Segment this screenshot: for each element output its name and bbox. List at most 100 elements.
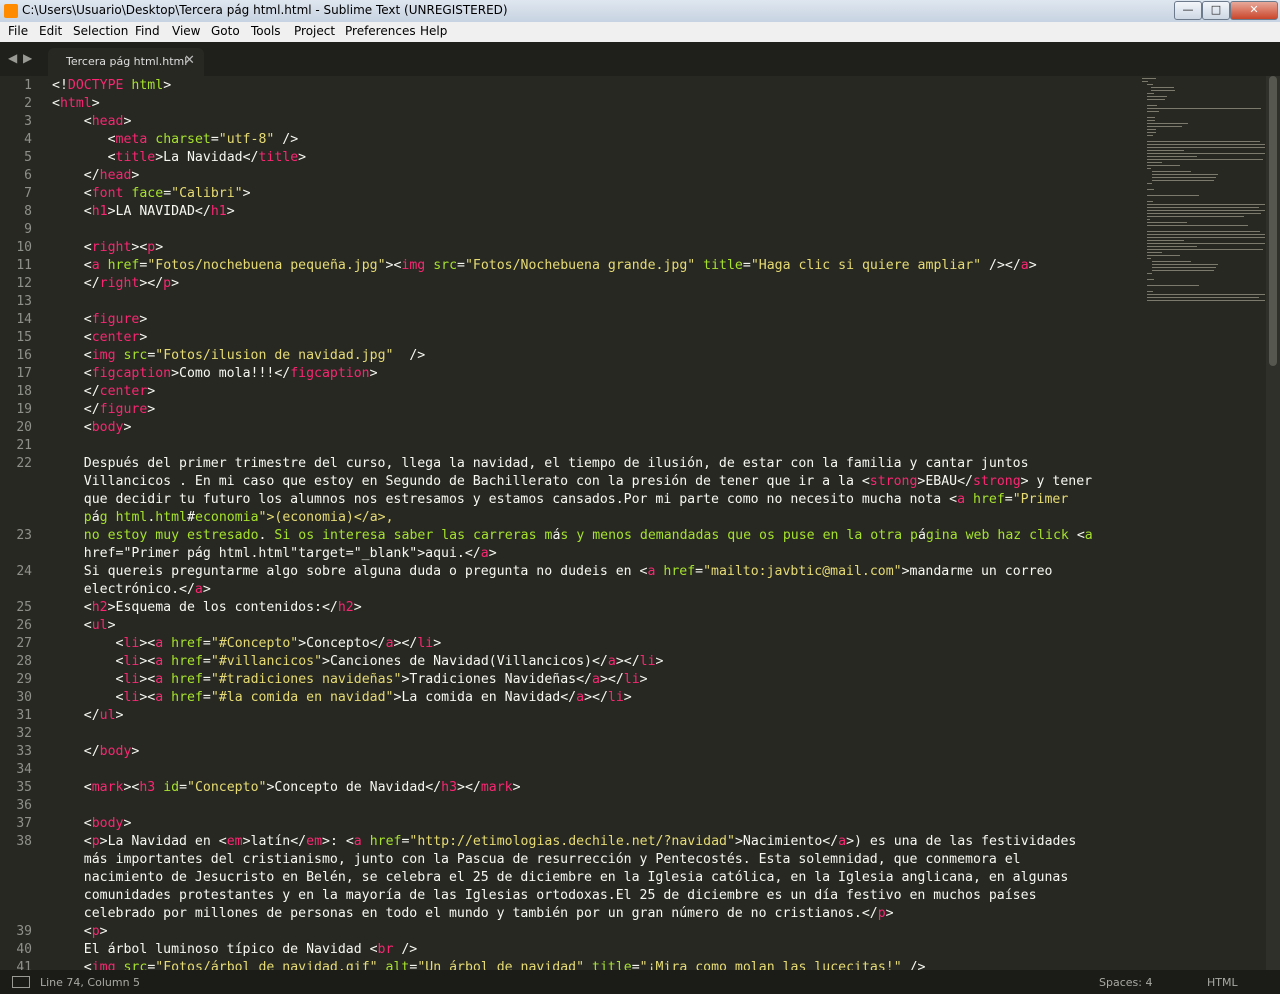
menu-selection[interactable]: Selection: [73, 24, 128, 38]
minimap-line: [1152, 180, 1215, 181]
minimap-line: [1152, 174, 1218, 175]
code-line[interactable]: <a href="Fotos/nochebuena pequeña.jpg"><…: [52, 257, 1142, 275]
tab-label: Tercera pág html.html: [66, 55, 188, 68]
code-area[interactable]: <!DOCTYPE html> <html> <head> <meta chars…: [52, 76, 1142, 970]
minimap-line: [1147, 93, 1154, 94]
status-bar: Line 74, Column 5 Spaces: 4 HTML: [0, 970, 1280, 994]
minimap[interactable]: [1142, 76, 1266, 306]
minimap-line: [1147, 162, 1163, 163]
code-line[interactable]: </figure>: [52, 401, 1142, 419]
code-line[interactable]: electrónico.</a>: [52, 581, 1142, 599]
minimap-line: [1147, 132, 1156, 133]
line-number: 4: [24, 132, 32, 147]
syntax-mode[interactable]: HTML: [1207, 976, 1238, 989]
code-line[interactable]: </head>: [52, 167, 1142, 185]
code-line[interactable]: Si quereis preguntarme algo sobre alguna…: [52, 563, 1142, 581]
code-line[interactable]: <img src="Fotos/ilusion de navidad.jpg" …: [52, 347, 1142, 365]
code-line[interactable]: <h1>LA NAVIDAD</h1>: [52, 203, 1142, 221]
minimap-line: [1147, 84, 1153, 85]
code-line[interactable]: <p>La Navidad en <em>latín</em>: <a href…: [52, 833, 1142, 851]
menu-view[interactable]: View: [172, 24, 200, 38]
menu-goto[interactable]: Goto: [211, 24, 240, 38]
tab-bar: ◀ ▶ Tercera pág html.html ✕: [0, 42, 1280, 76]
menu-find[interactable]: Find: [135, 24, 160, 38]
code-line[interactable]: </ul>: [52, 707, 1142, 725]
code-line[interactable]: <font face="Calibri">: [52, 185, 1142, 203]
code-editor[interactable]: 1 2 3 4 5 6 7 8 9 10 11 12 13 14 15 16 17 18 19 20 21 22 23 24 2…: [0, 76, 1266, 970]
window-title: C:\Users\Usuario\Desktop\Tercera pág htm…: [22, 3, 508, 17]
tab-active[interactable]: Tercera pág html.html ✕: [48, 48, 204, 76]
code-line[interactable]: <figure>: [52, 311, 1142, 329]
code-line[interactable]: <li><a href="#tradiciones navideñas">Tra…: [52, 671, 1142, 689]
code-line[interactable]: <li><a href="#Concepto">Concepto</a></li…: [52, 635, 1142, 653]
tab-nav-right-icon[interactable]: ▶: [23, 51, 32, 65]
menu-edit[interactable]: Edit: [39, 24, 62, 38]
code-line[interactable]: <body>: [52, 815, 1142, 833]
code-line[interactable]: <li><a href="#la comida en navidad">La c…: [52, 689, 1142, 707]
minimap-line: [1147, 108, 1262, 109]
code-line[interactable]: no estoy muy estresado. Si os interesa s…: [52, 527, 1142, 545]
code-line[interactable]: <figcaption>Como mola!!!</figcaption>: [52, 365, 1142, 383]
code-line[interactable]: </center>: [52, 383, 1142, 401]
code-line[interactable]: <html>: [52, 95, 1142, 113]
line-number: 35: [16, 780, 32, 795]
line-number: 34: [16, 762, 32, 777]
minimize-button[interactable]: —: [1174, 1, 1202, 20]
line-number: 10: [16, 240, 32, 255]
minimap-line: [1147, 168, 1151, 169]
code-line[interactable]: pág html.html#economia">(economia)</a>,: [52, 509, 1142, 527]
code-line[interactable]: comunidades protestantes y en la mayoría…: [52, 887, 1142, 905]
scrollbar-thumb[interactable]: [1269, 76, 1277, 366]
tab-close-icon[interactable]: ✕: [184, 53, 195, 68]
code-line[interactable]: href="Primer pág html.html"target="_blan…: [52, 545, 1142, 563]
code-line[interactable]: </body>: [52, 743, 1142, 761]
monitor-icon[interactable]: [12, 976, 30, 988]
code-line[interactable]: <ul>: [52, 617, 1142, 635]
minimap-line: [1147, 126, 1183, 127]
menu-preferences[interactable]: Preferences: [345, 24, 416, 38]
code-line[interactable]: <title>La Navidad</title>: [52, 149, 1142, 167]
code-line[interactable]: <!DOCTYPE html>: [52, 77, 1142, 95]
line-number: 32: [16, 726, 32, 741]
indentation-setting[interactable]: Spaces: 4: [1099, 976, 1152, 989]
maximize-button[interactable]: □: [1202, 1, 1230, 20]
code-line[interactable]: <body>: [52, 419, 1142, 437]
minimap-line: [1147, 204, 1266, 205]
title-bar: C:\Users\Usuario\Desktop\Tercera pág htm…: [0, 0, 1280, 23]
code-line[interactable]: Villancicos . En mi caso que estoy en Se…: [52, 473, 1142, 491]
menu-help[interactable]: Help: [420, 24, 447, 38]
code-line[interactable]: </right></p>: [52, 275, 1142, 293]
code-line[interactable]: <head>: [52, 113, 1142, 131]
line-number: 21: [16, 438, 32, 453]
menu-tools[interactable]: Tools: [251, 24, 281, 38]
line-number: 24: [16, 564, 32, 579]
minimap-line: [1147, 153, 1266, 154]
line-number: 9: [24, 222, 32, 237]
sublime-app-icon: [4, 4, 18, 18]
vertical-scrollbar[interactable]: [1266, 76, 1280, 970]
code-line[interactable]: <center>: [52, 329, 1142, 347]
menu-project[interactable]: Project: [294, 24, 335, 38]
code-line[interactable]: <meta charset="utf-8" />: [52, 131, 1142, 149]
minimap-line: [1147, 231, 1261, 232]
code-line[interactable]: <p>: [52, 923, 1142, 941]
close-button[interactable]: ✕: [1230, 1, 1278, 20]
code-line[interactable]: Después del primer trimestre del curso, …: [52, 455, 1142, 473]
code-line[interactable]: El árbol luminoso típico de Navidad <br …: [52, 941, 1142, 959]
code-line[interactable]: más importantes del cristianismo, junto …: [52, 851, 1142, 869]
code-line[interactable]: <h2>Esquema de los contenidos:</h2>: [52, 599, 1142, 617]
code-line[interactable]: celebrado por millones de personas en to…: [52, 905, 1142, 923]
code-line[interactable]: que decidir tu futuro los alumnos nos es…: [52, 491, 1142, 509]
minimap-line: [1147, 258, 1151, 259]
line-number: 3: [24, 114, 32, 129]
minimap-line: [1147, 222, 1188, 223]
code-line[interactable]: <img src="Fotos/árbol de navidad.gif" al…: [52, 959, 1142, 970]
line-number: 17: [16, 366, 32, 381]
tab-nav-left-icon[interactable]: ◀: [8, 51, 17, 65]
code-line[interactable]: <right><p>: [52, 239, 1142, 257]
code-line[interactable]: <li><a href="#villancicos">Canciones de …: [52, 653, 1142, 671]
minimap-line: [1147, 246, 1197, 247]
menu-file[interactable]: File: [8, 24, 28, 38]
code-line[interactable]: <mark><h3 id="Concepto">Concepto de Navi…: [52, 779, 1142, 797]
code-line[interactable]: nacimiento de Jesucristo en Belén, se ce…: [52, 869, 1142, 887]
